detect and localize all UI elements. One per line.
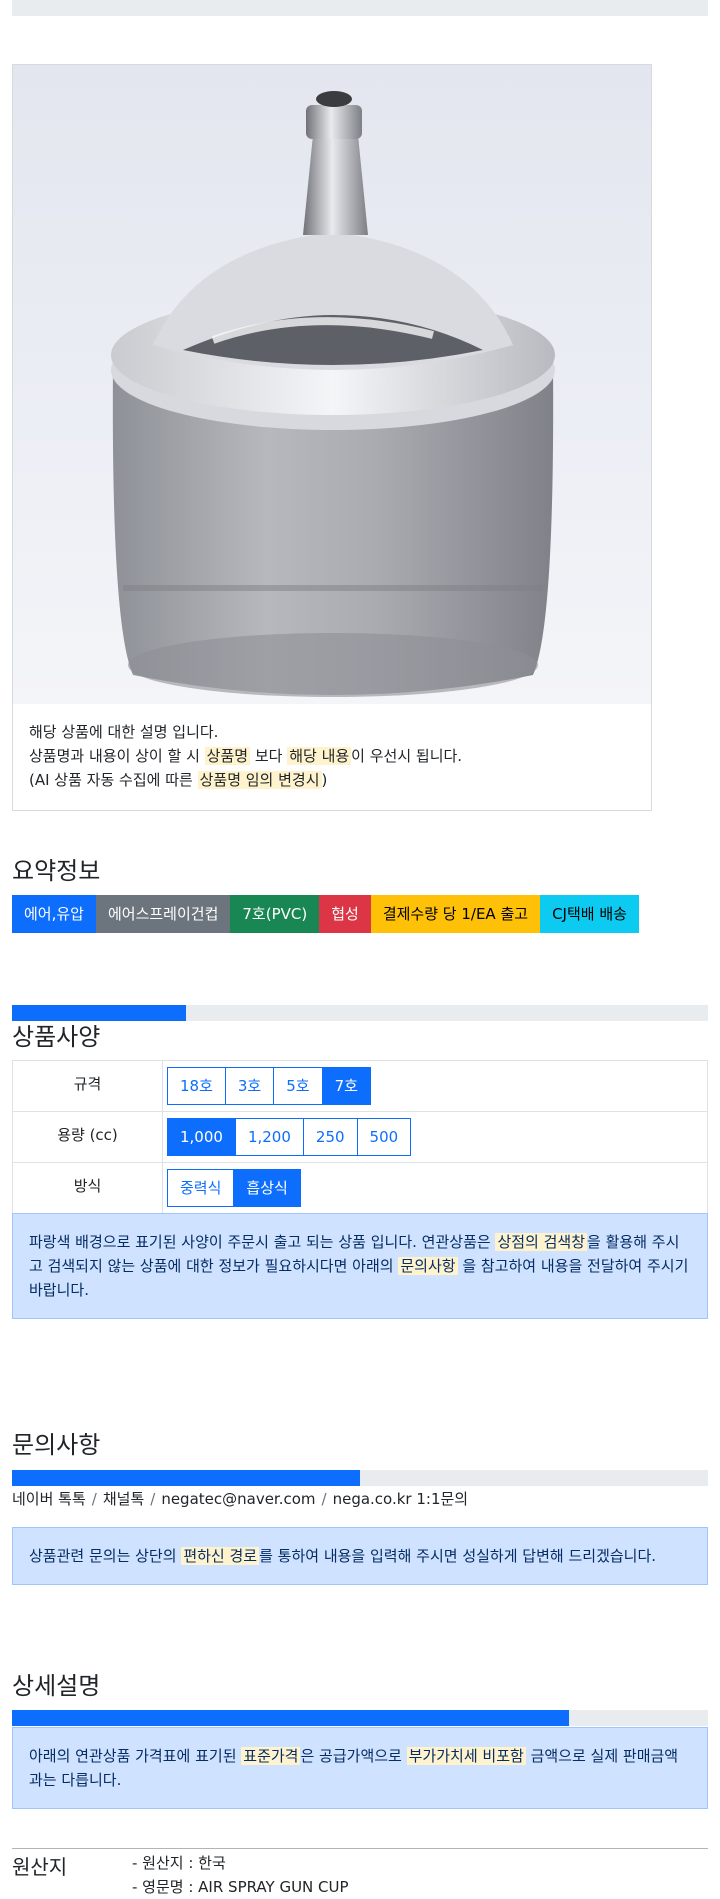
spec-row-method: 방식 중력식 흡상식 <box>12 1162 708 1214</box>
highlight-standard-price: 표준가격 <box>241 1747 301 1765</box>
origin-list: - 원산지 : 한국 - 영문명 : AIR SPRAY GUN CUP <box>132 1849 349 1899</box>
notice-line-1: 해당 상품에 대한 설명 입니다. <box>29 723 219 741</box>
contact-naver-talk[interactable]: 네이버 톡톡 <box>12 1490 86 1508</box>
detail-title: 상세설명 <box>12 1672 101 1700</box>
spec-option-button[interactable]: 3호 <box>224 1067 275 1105</box>
origin-label: 원산지 <box>12 1855 68 1879</box>
spec-progress-fill <box>12 1005 186 1021</box>
detail-progress <box>12 1710 708 1726</box>
highlight-content: 해당 내용 <box>287 747 352 765</box>
highlight-search-box: 상점의 검색창 <box>495 1233 588 1251</box>
highlight-inquiry: 문의사항 <box>398 1257 458 1275</box>
origin-country: - 원산지 : 한국 <box>132 1854 226 1872</box>
spec-options: 1,000 1,200 250 500 <box>167 1118 703 1156</box>
spec-option-button[interactable]: 중력식 <box>167 1169 235 1207</box>
spec-option-button[interactable]: 흡상식 <box>233 1169 301 1207</box>
badge-brand: 협성 <box>319 895 371 933</box>
contact-email[interactable]: negatec@naver.com <box>161 1490 315 1508</box>
product-card: 해당 상품에 대한 설명 입니다. 상품명과 내용이 상이 할 시 상품명 보다… <box>12 64 652 811</box>
detail-notice: 아래의 연관상품 가격표에 표기된 표준가격 은 공급가액으로 부가가치세 비포함… <box>12 1727 708 1809</box>
spec-option-button[interactable]: 1,200 <box>234 1118 304 1156</box>
spec-options: 중력식 흡상식 <box>167 1169 703 1207</box>
spec-options: 18호 3호 5호 7호 <box>167 1067 703 1105</box>
product-photo <box>13 65 651 704</box>
highlight-name-change: 상품명 임의 변경시 <box>197 771 322 789</box>
origin-english-name: - 영문명 : AIR SPRAY GUN CUP <box>132 1878 349 1896</box>
spec-progress <box>12 1005 708 1021</box>
contact-breadcrumb: 네이버 톡톡 / 채널톡 / negatec@naver.com / nega.co.kr … <box>12 1490 469 1508</box>
spec-option-button[interactable]: 7호 <box>321 1067 371 1105</box>
summary-title: 요약정보 <box>12 857 101 885</box>
spec-option-button[interactable]: 18호 <box>167 1067 226 1105</box>
inquiry-progress-fill <box>12 1470 360 1486</box>
product-notice: 해당 상품에 대한 설명 입니다. 상품명과 내용이 상이 할 시 상품명 보다… <box>13 704 651 810</box>
highlight-product-name: 상품명 <box>204 747 251 765</box>
spec-option-button[interactable]: 250 <box>302 1118 358 1156</box>
notice-line-2: 상품명과 내용이 상이 할 시 상품명 보다 해당 내용 이 우선시 됩니다. <box>29 747 463 765</box>
detail-progress-fill <box>12 1710 569 1726</box>
summary-badges: 에어,유압 에어스프레이건컵 7호(PVC) 협성 결제수량 당 1/EA 출고… <box>12 895 708 933</box>
spec-label: 용량 (cc) <box>12 1111 163 1163</box>
spec-label: 규격 <box>12 1060 163 1112</box>
top-bar <box>12 0 708 16</box>
badge-subcategory: 에어스프레이건컵 <box>95 895 231 933</box>
spec-option-button[interactable]: 5호 <box>273 1067 323 1105</box>
spec-label: 방식 <box>12 1162 163 1214</box>
badge-quantity: 결제수량 당 1/EA 출고 <box>370 895 541 933</box>
spec-table-wrap: 규격 18호 3호 5호 7호 용량 (cc) 1,000 1,200 250 500 방식… <box>12 1060 708 1214</box>
badge-category: 에어,유압 <box>12 895 96 933</box>
inquiry-progress <box>12 1470 708 1486</box>
highlight-route: 편하신 경로 <box>181 1547 260 1565</box>
highlight-vat-excluded: 부가가치세 비포함 <box>406 1747 526 1765</box>
spec-table: 규격 18호 3호 5호 7호 용량 (cc) 1,000 1,200 250 500 방식… <box>12 1060 708 1214</box>
contact-channel-talk[interactable]: 채널톡 <box>103 1490 144 1508</box>
spec-title: 상품사양 <box>12 1023 101 1051</box>
spec-option-button[interactable]: 1,000 <box>167 1118 236 1156</box>
contact-site-inquiry[interactable]: nega.co.kr 1:1문의 <box>333 1490 469 1508</box>
origin-section: 원산지 - 원산지 : 한국 - 영문명 : AIR SPRAY GUN CUP <box>12 1848 708 1899</box>
spec-row-capacity: 용량 (cc) 1,000 1,200 250 500 <box>12 1111 708 1163</box>
spec-notice: 파랑색 배경으로 표기된 사양이 주문시 출고 되는 상품 입니다. 연관상품은… <box>12 1213 708 1319</box>
inquiry-title: 문의사항 <box>12 1431 101 1459</box>
badge-size: 7호(PVC) <box>230 895 320 933</box>
spec-row-standard: 규격 18호 3호 5호 7호 <box>12 1060 708 1112</box>
spec-option-button[interactable]: 500 <box>356 1118 412 1156</box>
badge-shipping: CJ택배 배송 <box>540 895 639 933</box>
inquiry-notice: 상품관련 문의는 상단의 편하신 경로 를 통하여 내용을 입력해 주시면 성실하… <box>12 1527 708 1585</box>
notice-line-3: (AI 상품 자동 수집에 따른 상품명 임의 변경시) <box>29 771 328 789</box>
